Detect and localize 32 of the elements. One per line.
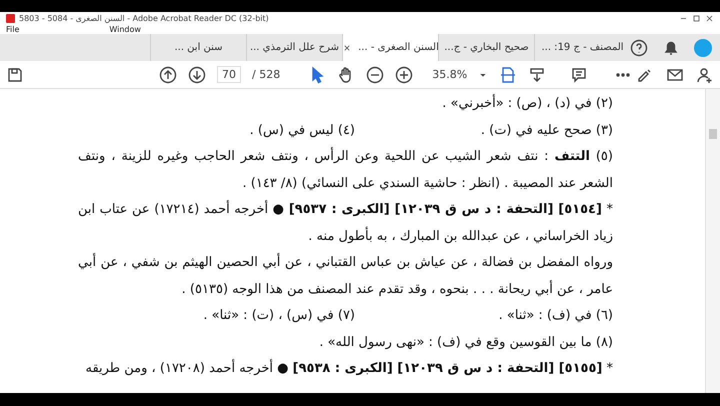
comment-icon[interactable] (570, 66, 588, 84)
footnote-text: (٥) التتف : نتف شعر الشيب عن اللحية وعن الرأس ، ونتف شعر الحاجب وغيره للزينة ، ونتف الشعر عند المصيبة . (انظر : حاشية السندي على النسائي) (٨/ ١٤٣) . (78, 146, 613, 192)
document-tab[interactable]: السنن الصغرى - ... (342, 34, 438, 61)
menu-item[interactable]: Window (109, 24, 141, 34)
hadith-paragraph: *[٥١٥٤] [التحفة : د س ق ١٢٠٣٩] [الكبرى : ٩٥٣٧] ● أخرجه أحمد (١٧٢١٤) عن عتاب ابن زياد الخراساني ، عن عبدالله بن المبارك ، به بأطول منه . (78, 199, 613, 246)
close-tab-icon[interactable] (342, 42, 352, 52)
fit-page-icon[interactable] (499, 66, 518, 84)
arrow-down-icon[interactable] (188, 66, 206, 84)
zoom-out-icon[interactable] (366, 66, 384, 84)
footnote-text: (٤) ليس في (س) . (248, 122, 355, 140)
page-total: / 528 (252, 68, 280, 81)
window-title: 5803 - 5084 - السنن الصغرى - Adobe Acrobat Reader DC (32-bit) (19, 14, 270, 22)
footnote-text: (٨) ما بين القوسين وقع في (ف) : «نهى رسول الله» . (318, 334, 613, 352)
scrollbar[interactable] (705, 89, 720, 393)
hadith-paragraph: *[٥١٥٥] [التحفة : د س ق ١٢٠٣٩] [الكبرى : ٩٥٣٨] ● أخرجه أحمد (١٧٢٠٨) ، ومن طريقه (84, 358, 613, 378)
hadith-paragraph: ورواه المفضل بن فضالة ، عن عياش بن عباس القتباني ، عن أبي الحصين الهيثم بن شفي ، عن أبي عامر ، عن أبي ريحانة . . . بنحوه ، وقد تقدم عند المصنف من هذا الوجه (٥١٣٥) . (78, 252, 613, 298)
zoom-level[interactable]: 35.8% (432, 68, 468, 81)
zoom-in-icon[interactable] (395, 66, 414, 84)
save-icon[interactable] (6, 66, 24, 84)
footnote-text: (٣) صحح عليه في (ت) . (480, 122, 613, 140)
footnote-text: (٧) في (س) ، (ت) : «ثنا» . (202, 307, 355, 325)
arrow-up-icon[interactable] (159, 66, 177, 84)
footnote-text: (٢) في (د) ، (ص) : «أخبرني» . (441, 93, 613, 113)
footnote-text: (٦) في (ف) : «ثنا» . (498, 307, 613, 325)
pdf-icon (6, 14, 15, 22)
scroll-mode-icon[interactable] (528, 66, 546, 84)
maximize-icon[interactable] (692, 14, 701, 22)
close-icon[interactable] (705, 14, 714, 22)
add-user-icon[interactable] (696, 66, 714, 84)
page-number-field[interactable]: 70 (217, 66, 241, 83)
help-icon[interactable] (630, 38, 648, 56)
menu-item[interactable]: File (6, 24, 20, 34)
